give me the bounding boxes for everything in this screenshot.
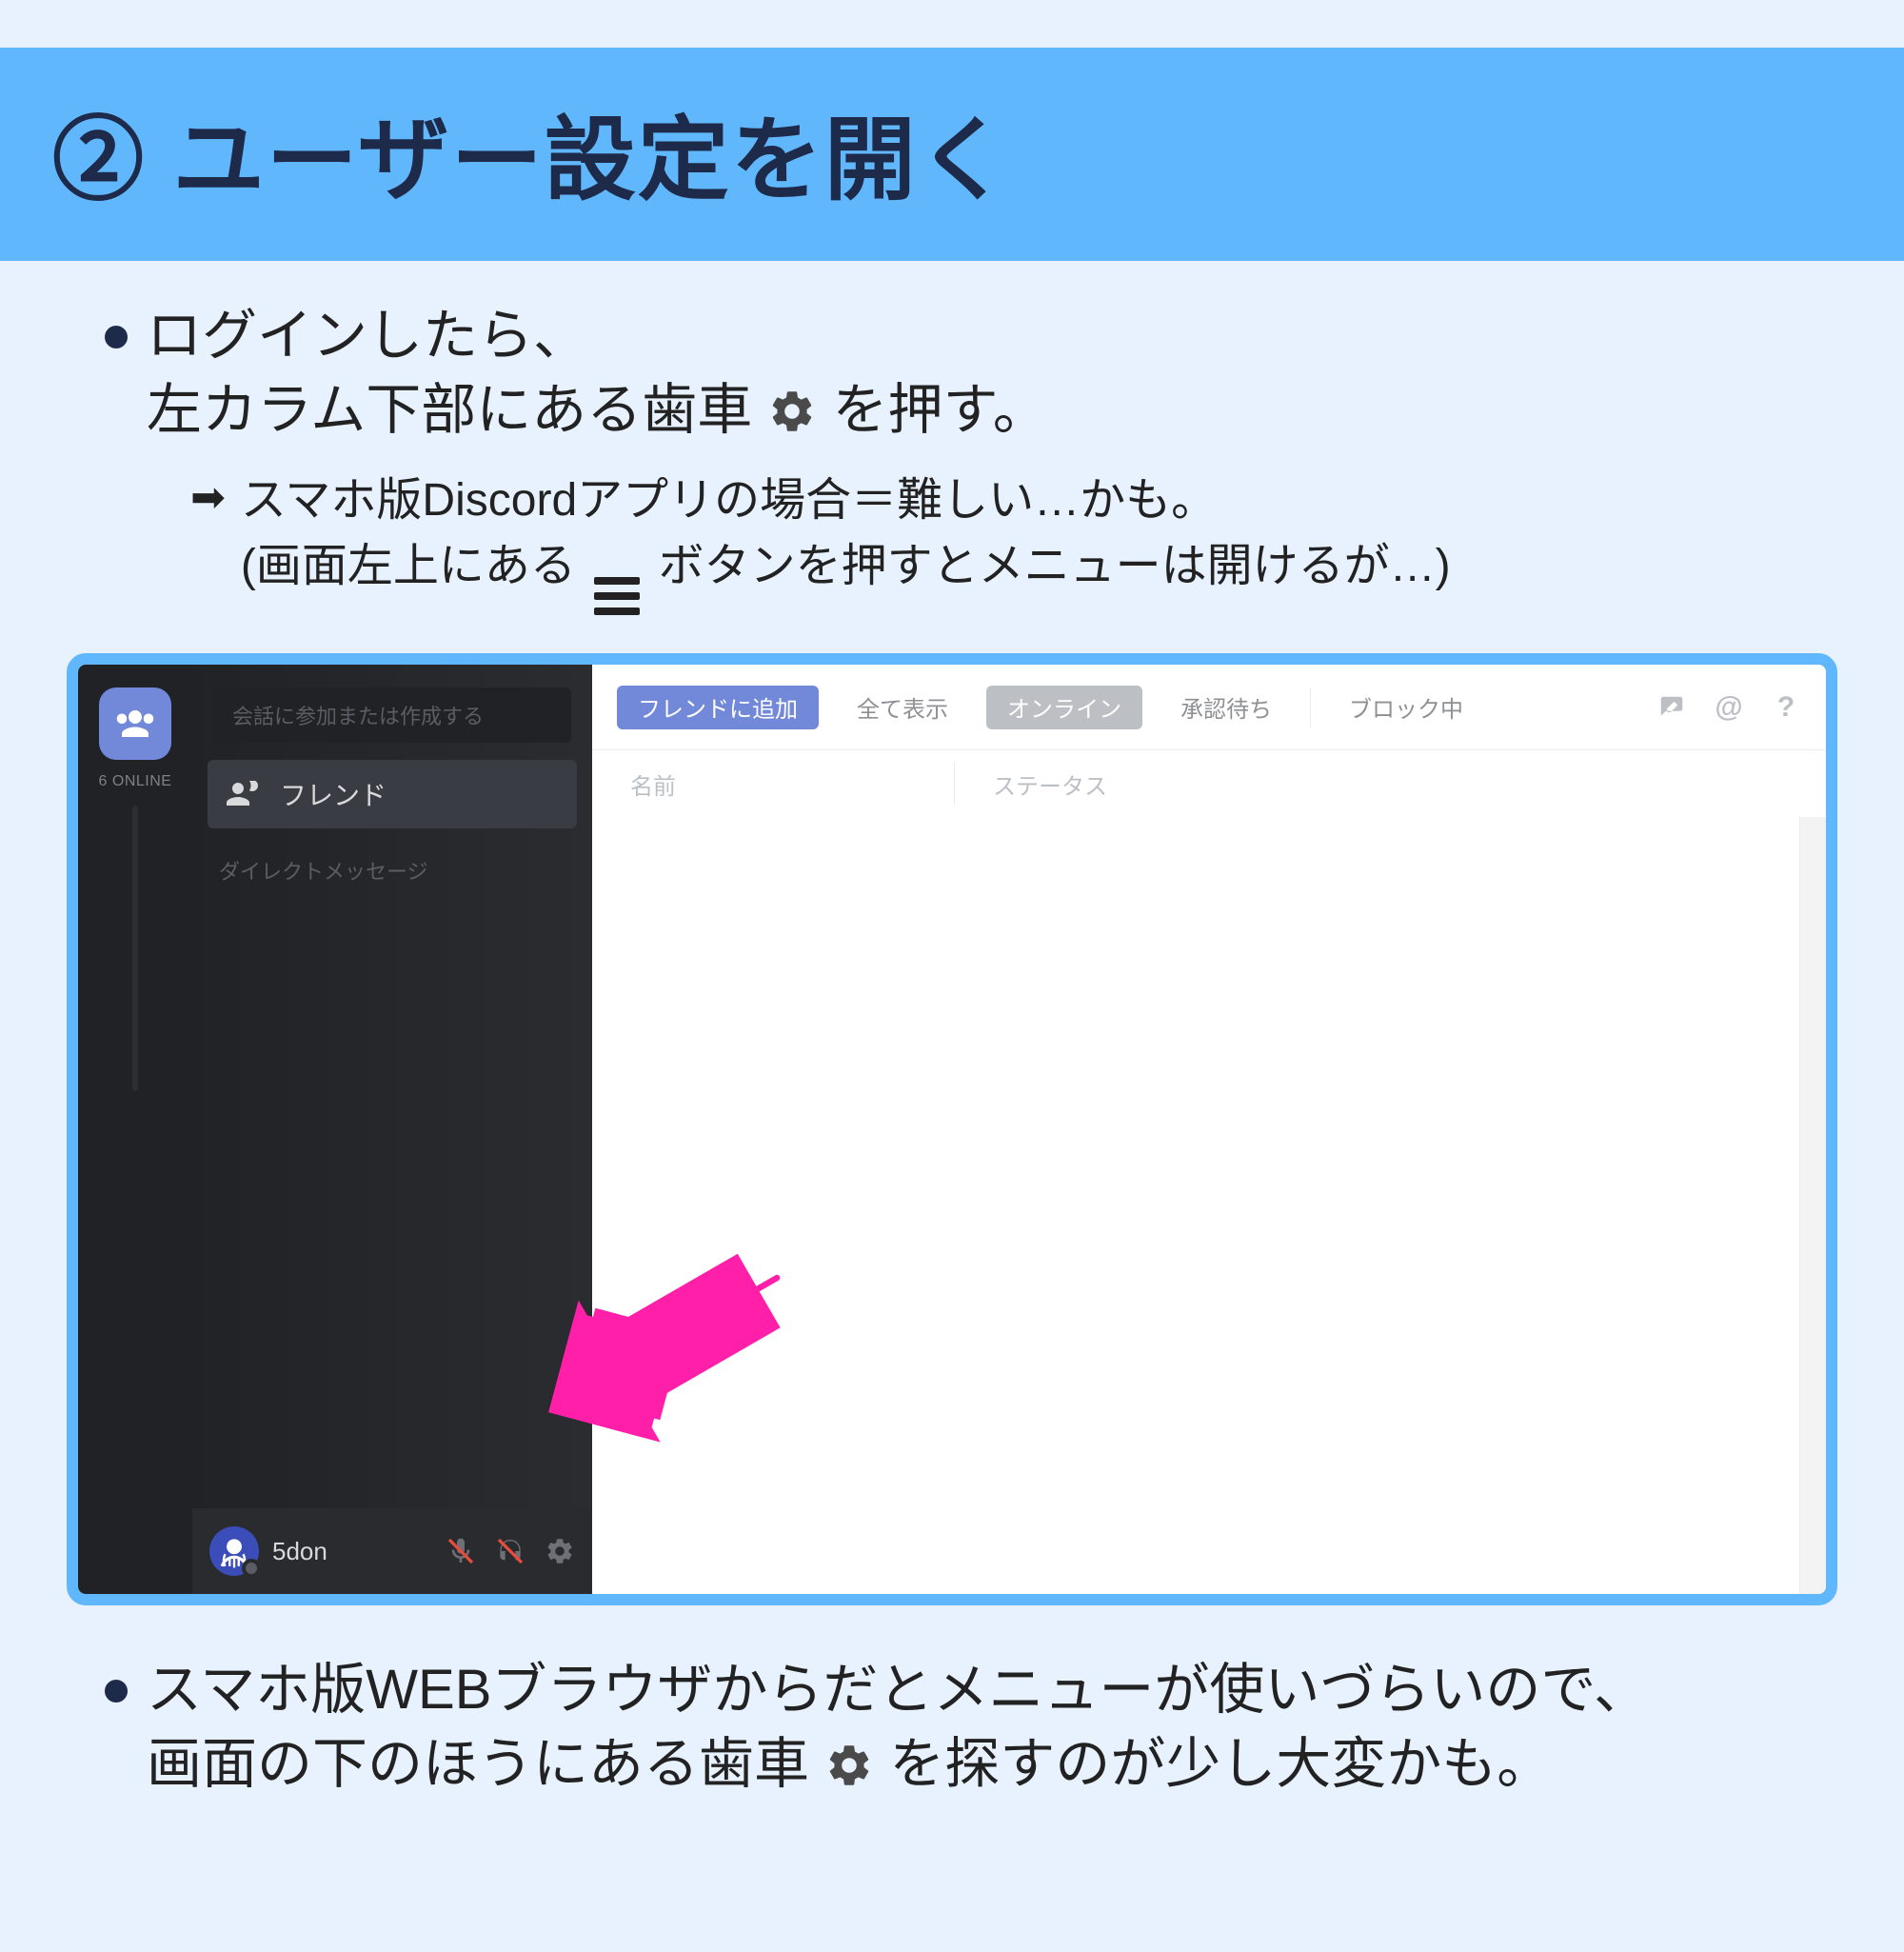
- tab-blocked[interactable]: ブロック中: [1328, 686, 1484, 729]
- channel-column: 会話に参加または作成する フレンド ダイレクトメッセージ 5don: [192, 665, 592, 1594]
- bullet-2: スマホ版WEBブラウザからだとメニューが使いづらいので、 画面の下のほうにある歯…: [0, 1605, 1904, 1803]
- bullet-1-text: ログインしたら、 左カラム下部にある歯車 を押す。: [147, 299, 1048, 448]
- help-icon[interactable]: ?: [1771, 692, 1801, 723]
- add-friend-button[interactable]: フレンドに追加: [617, 686, 819, 729]
- friends-nav-item[interactable]: フレンド: [208, 760, 577, 828]
- settings-gear-icon[interactable]: [545, 1536, 575, 1566]
- bullet-dot-icon: [105, 326, 128, 349]
- friends-label: フレンド: [280, 775, 387, 813]
- tab-separator: [1310, 687, 1311, 727]
- tab-all[interactable]: 全て表示: [836, 686, 969, 729]
- status-indicator-icon: [242, 1559, 261, 1578]
- col-status: ステータス: [993, 767, 1107, 801]
- bullet-2-text: スマホ版WEBブラウザからだとメニューが使いづらいので、 画面の下のほうにある歯…: [147, 1653, 1649, 1803]
- bullet-1: ログインしたら、 左カラム下部にある歯車 を押す。: [0, 261, 1904, 458]
- friends-list-empty: [592, 817, 1799, 1594]
- scrollbar[interactable]: [1799, 817, 1826, 1594]
- bullet-dot-icon: [105, 1680, 128, 1703]
- tab-pending[interactable]: 承認待ち: [1160, 686, 1293, 729]
- new-dm-icon[interactable]: [1656, 692, 1687, 723]
- guild-column: 6 ONLINE: [78, 665, 192, 1594]
- col-name: 名前: [630, 767, 954, 801]
- discord-screenshot: 6 ONLINE 会話に参加または作成する フレンド ダイレクトメッセージ 5d…: [67, 653, 1837, 1605]
- home-button[interactable]: [99, 687, 171, 760]
- mentions-icon[interactable]: @: [1714, 692, 1744, 723]
- tab-online[interactable]: オンライン: [986, 686, 1142, 729]
- header-bar: ② ユーザー設定を開く: [0, 48, 1904, 261]
- hamburger-icon: [594, 577, 640, 615]
- username-label: 5don: [272, 1537, 432, 1566]
- main-column: フレンドに追加 全て表示 オンライン 承認待ち ブロック中 @ ?: [592, 665, 1826, 1594]
- sub-1: ➡ スマホ版Discordアプリの場合＝難しい…かも。 (画面左上にある ボタン…: [0, 458, 1904, 635]
- online-indicator: [132, 806, 138, 1091]
- page-title: ② ユーザー設定を開く: [52, 86, 1852, 218]
- arrow-right-icon: ➡: [190, 473, 226, 522]
- gear-icon: [767, 387, 817, 436]
- friends-tabs: フレンドに追加 全て表示 オンライン 承認待ち ブロック中 @ ?: [592, 665, 1826, 750]
- user-panel: 5don: [192, 1508, 592, 1594]
- online-count: 6 ONLINE: [99, 773, 172, 790]
- mute-mic-icon[interactable]: [446, 1536, 476, 1566]
- column-headers: 名前 ステータス: [592, 750, 1826, 817]
- gear-icon: [824, 1741, 874, 1790]
- dm-header: ダイレクトメッセージ: [192, 828, 592, 886]
- sub-1-text: スマホ版Discordアプリの場合＝難しい…かも。 (画面左上にある ボタンを押…: [241, 468, 1451, 616]
- deafen-icon[interactable]: [495, 1536, 526, 1566]
- search-input[interactable]: 会話に参加または作成する: [213, 687, 571, 743]
- user-avatar[interactable]: [209, 1526, 259, 1576]
